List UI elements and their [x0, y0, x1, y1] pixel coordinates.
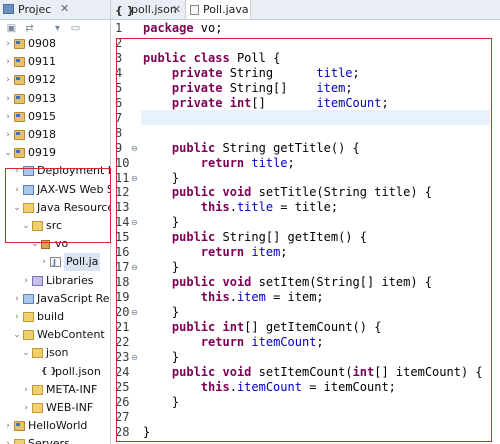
folder-icon	[23, 330, 34, 341]
tree-item-label: build	[37, 310, 65, 323]
tree-item-0912[interactable]: › 0912	[0, 71, 110, 89]
project-icon	[14, 75, 25, 86]
project-icon	[14, 111, 25, 122]
tree-item-webcontent[interactable]: ⌄ WebContent	[0, 326, 110, 344]
tree-item-meta-inf[interactable]: › META-INF	[0, 381, 110, 399]
chevron-right-icon[interactable]: ›	[21, 399, 31, 417]
tree-item-label: 0908	[28, 37, 56, 50]
chevron-right-icon[interactable]: ›	[3, 90, 13, 108]
tree-item-0919[interactable]: ⌄ 0919	[0, 144, 110, 162]
tree-item-0908[interactable]: › 0908	[0, 35, 110, 53]
node-icon	[23, 293, 34, 304]
chevron-right-icon[interactable]: ›	[3, 108, 13, 126]
explorer-title[interactable]: Projec	[18, 3, 51, 16]
tree-item-label: Poll.ja	[64, 253, 101, 272]
chevron-right-icon[interactable]: ›	[39, 253, 49, 271]
tree-item-0911[interactable]: › 0911	[0, 53, 110, 71]
annotation-box-java-resources	[5, 168, 111, 243]
tree-item-label: 0911	[28, 55, 56, 69]
chevron-right-icon[interactable]: ›	[21, 381, 31, 399]
tree-item-label: WEB-INF	[46, 401, 94, 414]
project-icon	[14, 421, 25, 432]
chevron-right-icon[interactable]: ›	[3, 126, 13, 144]
chevron-right-icon[interactable]: ›	[3, 71, 13, 89]
folder-icon	[23, 312, 34, 322]
tree-item-label: 0915	[28, 109, 56, 123]
close-icon[interactable]: ✕	[172, 0, 181, 19]
project-explorer-icon	[3, 4, 14, 14]
annotation-box-code	[116, 38, 492, 442]
tree-item-label: 0912	[28, 73, 56, 87]
tree-item-web-inf[interactable]: › WEB-INF	[0, 399, 110, 417]
keyword-token: package	[143, 21, 194, 35]
link-editor-icon[interactable]: ⇄	[24, 23, 35, 34]
tree-item-poll-json[interactable]: { } poll.json	[0, 363, 110, 381]
tree-item-poll-ja[interactable]: › Poll.ja	[0, 253, 110, 272]
code-token: vo;	[193, 21, 223, 35]
tree-item-label: META-INF	[46, 382, 98, 396]
chevron-right-icon[interactable]: ›	[3, 435, 13, 444]
view-menu-icon[interactable]: ▾	[52, 23, 63, 34]
project-icon	[14, 93, 25, 104]
folder-icon	[32, 403, 43, 413]
tree-item-json[interactable]: ⌄ json	[0, 344, 110, 362]
tree-item-libraries[interactable]: › Libraries	[0, 272, 110, 290]
folder-icon	[32, 384, 43, 395]
code-line[interactable]: package vo;	[143, 21, 222, 35]
project-icon	[14, 148, 25, 159]
folder-icon	[14, 439, 25, 444]
tree-item-label: Libraries	[46, 273, 94, 287]
tab-label: Poll.java	[203, 3, 249, 16]
project-icon	[14, 39, 25, 49]
tree-item-label: 0919	[28, 146, 56, 160]
project-icon	[14, 130, 25, 140]
tree-item-0913[interactable]: › 0913	[0, 90, 110, 108]
project-icon	[14, 57, 25, 68]
tree-item-label: 0918	[28, 128, 56, 141]
tree-item-label: JavaScript Resc	[37, 291, 110, 305]
tab-label: poll.json	[131, 3, 177, 16]
tree-item-helloworld[interactable]: › HelloWorld	[0, 417, 110, 435]
chevron-right-icon[interactable]: ›	[21, 272, 31, 290]
explorer-tab-bar: Projec ✕	[0, 0, 110, 20]
tab-poll-json[interactable]: { } poll.json ✕	[113, 0, 183, 19]
chevron-down-icon[interactable]: ⌄	[3, 144, 13, 162]
tree-item-servers[interactable]: › Servers	[0, 435, 110, 444]
chevron-down-icon[interactable]: ⌄	[12, 326, 22, 344]
chevron-right-icon[interactable]: ›	[3, 417, 13, 435]
json-file-icon: { }	[41, 366, 57, 377]
chevron-down-icon[interactable]: ⌄	[21, 344, 31, 362]
chevron-right-icon[interactable]: ›	[3, 53, 13, 71]
folder-icon	[32, 348, 43, 359]
close-icon[interactable]: ✕	[60, 2, 69, 15]
tree-item-label: HelloWorld	[28, 419, 88, 433]
editor-tab-bar: { } poll.json ✕ Poll.java	[111, 0, 500, 20]
java-file-icon	[190, 5, 199, 15]
library-icon	[32, 275, 43, 286]
tree-item-0918[interactable]: › 0918	[0, 126, 110, 144]
tree-item-label: Servers	[28, 437, 70, 444]
tree-item-label: WebContent	[37, 328, 105, 342]
chevron-right-icon[interactable]: ›	[3, 35, 13, 53]
tree-item-build[interactable]: › build	[0, 308, 110, 326]
collapse-all-icon[interactable]: ▣	[6, 23, 17, 34]
tree-item-label: poll.json	[55, 364, 101, 378]
chevron-right-icon[interactable]: ›	[12, 290, 22, 308]
tab-poll-java[interactable]: Poll.java	[185, 0, 251, 19]
chevron-right-icon[interactable]: ›	[12, 308, 22, 326]
minimize-icon[interactable]: ▭	[70, 23, 81, 34]
java-file-icon	[50, 254, 61, 272]
tree-item-0915[interactable]: › 0915	[0, 108, 110, 126]
line-number: 1	[115, 21, 123, 35]
tree-item-label: 0913	[28, 91, 56, 105]
tree-item-label: json	[46, 346, 69, 360]
tree-item-javascript-resc[interactable]: › JavaScript Resc	[0, 290, 110, 308]
